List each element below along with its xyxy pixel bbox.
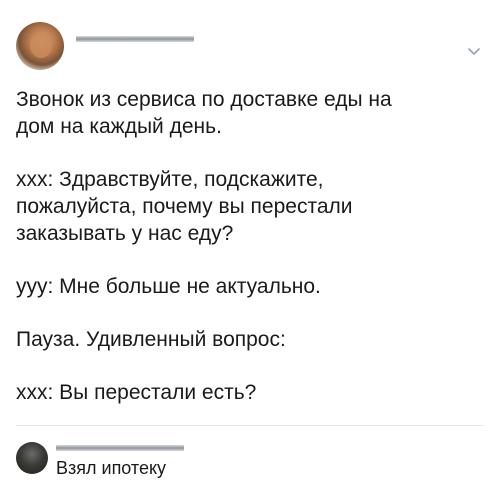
comment-text: Взял ипотеку xyxy=(56,458,167,478)
post-paragraph: ууу: Мне больше не актуально. xyxy=(16,275,321,298)
post-paragraph: ххх: Здравствуйте, подскажите, пожалуйст… xyxy=(16,168,353,245)
divider xyxy=(16,425,484,426)
post-header xyxy=(16,22,484,74)
avatar-image xyxy=(30,32,52,58)
author-avatar[interactable] xyxy=(16,22,64,70)
post-paragraph: Пауза. Удивленный вопрос: xyxy=(16,328,286,351)
commenter-avatar[interactable] xyxy=(16,442,48,474)
author-name-redacted[interactable] xyxy=(76,36,194,42)
post-text: Звонок из сервиса по доставке еды на дом… xyxy=(16,86,480,432)
comment: Взял ипотеку xyxy=(16,440,484,490)
commenter-name-redacted[interactable] xyxy=(56,445,184,451)
post-paragraph: Звонок из сервиса по доставке еды на дом… xyxy=(16,88,392,138)
chevron-down-icon[interactable] xyxy=(466,44,482,60)
post-paragraph: ххх: Вы перестали есть? xyxy=(16,381,257,404)
